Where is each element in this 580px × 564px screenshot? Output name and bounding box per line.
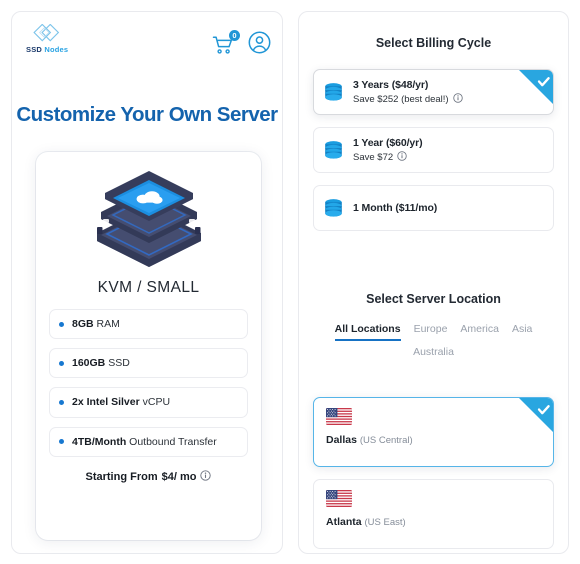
brand-name-primary: SSD — [26, 45, 43, 54]
location-region: (US Central) — [359, 435, 413, 446]
server-configurator-panel: SSD Nodes 0 Customize Your Own Server KV… — [11, 11, 283, 554]
billing-option-main: 3 Years ($48/yr) — [353, 78, 429, 91]
billing-option-1-year[interactable]: 1 Year ($60/yr) Save $72 — [313, 127, 554, 173]
spec-item-ram: 8GB RAM — [49, 309, 248, 340]
location-name-row: Atlanta (US East) — [326, 516, 541, 528]
brand-logo-text: SSD Nodes — [26, 45, 88, 54]
billing-option-3-years[interactable]: 3 Years ($48/yr) Save $252 (best deal!) — [313, 69, 554, 115]
user-account-icon — [248, 31, 271, 54]
tab-all-locations[interactable]: All Locations — [334, 323, 401, 341]
bullet-dot-icon — [59, 439, 64, 445]
location-region: (US East) — [364, 517, 406, 528]
bullet-dot-icon — [59, 321, 64, 327]
location-filter-tabs: All Locations Europe America Asia Austra… — [311, 323, 556, 364]
header-actions: 0 — [212, 30, 271, 59]
us-flag-icon — [326, 408, 352, 425]
isometric-server-stack-cloud-icon — [96, 171, 201, 267]
billing-option-main: 1 Month ($11/mo) — [353, 202, 438, 214]
server-location-cards: Dallas (US Central) Atlanta (US East) — [313, 397, 554, 549]
billing-cycle-options: 3 Years ($48/yr) Save $252 (best deal!) — [313, 69, 554, 231]
spec-list: 8GB RAM 160GB SSD 2x Intel Silver vCPU 4… — [49, 309, 248, 457]
database-stack-icon — [325, 140, 342, 159]
spec-item-vcpu: 2x Intel Silver vCPU — [49, 387, 248, 418]
brand-name-secondary: Nodes — [44, 45, 69, 54]
billing-option-sub-row: Save $252 (best deal!) — [353, 92, 463, 106]
spec-text: 8GB RAM — [72, 317, 120, 331]
bullet-dot-icon — [59, 360, 64, 366]
brand-logo[interactable]: SSD Nodes — [26, 23, 88, 62]
account-button[interactable] — [248, 31, 271, 59]
selected-checkmark-icon — [519, 70, 553, 104]
billing-option-savings: Save $252 (best deal!) — [353, 93, 449, 105]
billing-option-body: 1 Year ($60/yr) Save $72 — [353, 137, 423, 164]
info-circle-icon[interactable] — [397, 150, 407, 164]
database-stack-icon — [325, 198, 342, 217]
spec-label: vCPU — [142, 396, 171, 409]
us-flag-icon — [326, 490, 352, 507]
location-card-dallas[interactable]: Dallas (US Central) — [313, 397, 554, 467]
plan-name: KVM / SMALL — [97, 279, 200, 296]
server-location-title: Select Server Location — [366, 292, 501, 306]
location-city: Dallas — [326, 434, 357, 446]
info-circle-icon[interactable] — [200, 470, 212, 484]
price-value: $4/ mo — [161, 470, 197, 483]
billing-option-sub-row: Save $72 — [353, 150, 423, 164]
product-card[interactable]: KVM / SMALL 8GB RAM 160GB SSD 2x Intel S… — [36, 152, 261, 540]
spec-value: 4TB/Month — [72, 435, 127, 448]
billing-location-panel: Select Billing Cycle 3 Years ($48/yr) Sa… — [298, 11, 569, 554]
spec-value: 2x Intel Silver — [72, 396, 140, 409]
spec-text: 160GB SSD — [72, 356, 130, 370]
spec-label: Outbound Transfer — [129, 435, 217, 448]
cart-button[interactable]: 0 — [212, 30, 240, 56]
spec-value: 160GB — [72, 357, 106, 370]
spec-text: 2x Intel Silver vCPU — [72, 395, 170, 409]
panel-header: SSD Nodes 0 — [12, 12, 282, 68]
tab-asia[interactable]: Asia — [512, 323, 532, 341]
starting-price-row: Starting From $4/ mo — [36, 470, 261, 484]
ssd-nodes-diamond-logo-icon — [26, 23, 76, 44]
billing-option-1-month[interactable]: 1 Month ($11/mo) — [313, 185, 554, 231]
billing-option-body: 3 Years ($48/yr) Save $252 (best deal!) — [353, 79, 463, 106]
bullet-dot-icon — [59, 399, 64, 405]
tab-europe[interactable]: Europe — [414, 323, 448, 341]
location-card-atlanta[interactable]: Atlanta (US East) — [313, 479, 554, 549]
billing-option-main: 1 Year ($60/yr) — [353, 136, 423, 149]
cart-count-badge: 0 — [229, 30, 240, 41]
spec-label: RAM — [96, 318, 120, 330]
tab-australia[interactable]: Australia — [413, 346, 454, 364]
billing-cycle-title: Select Billing Cycle — [375, 36, 492, 50]
billing-option-body: 1 Month ($11/mo) — [353, 202, 437, 214]
location-city: Atlanta — [326, 516, 362, 528]
selected-checkmark-icon — [519, 398, 553, 432]
spec-value: 8GB — [72, 318, 94, 330]
page-root: SSD Nodes 0 Customize Your Own Server KV… — [0, 0, 580, 564]
spec-item-transfer: 4TB/Month Outbound Transfer — [49, 426, 248, 457]
database-stack-icon — [325, 82, 342, 101]
page-title: Customize Your Own Server — [16, 103, 278, 126]
spec-label: SSD — [108, 357, 130, 370]
location-name-row: Dallas (US Central) — [326, 434, 541, 446]
info-circle-icon[interactable] — [452, 92, 463, 106]
spec-item-ssd: 160GB SSD — [49, 348, 248, 379]
billing-option-savings: Save $72 — [353, 151, 394, 163]
spec-text: 4TB/Month Outbound Transfer — [72, 435, 217, 449]
tab-america[interactable]: America — [460, 323, 499, 341]
price-prefix: Starting From — [85, 470, 158, 483]
